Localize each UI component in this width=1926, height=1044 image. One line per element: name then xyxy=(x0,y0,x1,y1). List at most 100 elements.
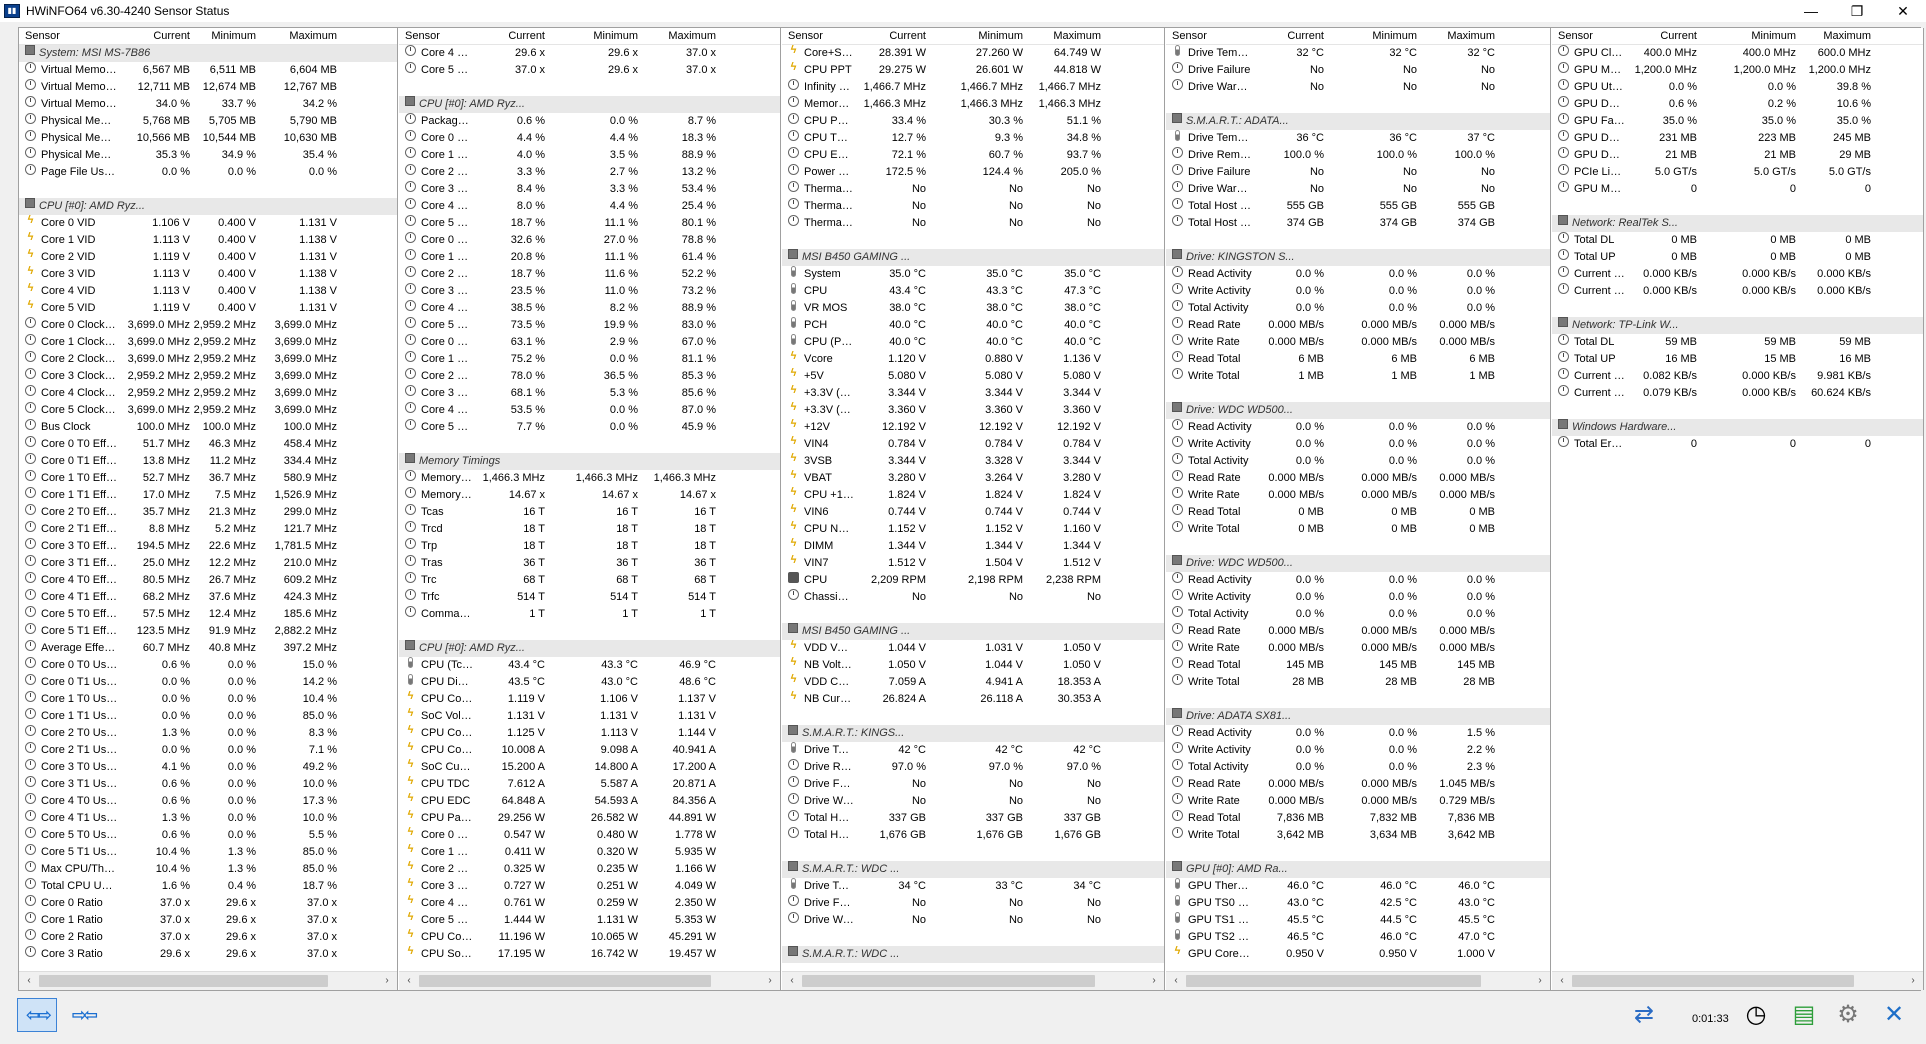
sensor-row[interactable]: Read Rate 0.000 MB/s 0.000 MB/s 0.000 MB/s xyxy=(1166,623,1550,640)
sensor-row[interactable]: Page File Usage 0.0 % 0.0 % 0.0 % xyxy=(19,164,397,181)
sensor-row[interactable]: Command Rate 1 T 1 T 1 T xyxy=(399,606,780,623)
column-header[interactable]: Sensor Current Minimum Maximum xyxy=(19,28,397,45)
sensor-row[interactable]: Core 2 C6 Residency 78.0 % 36.5 % 85.3 % xyxy=(399,368,780,385)
sensor-row[interactable]: Write Activity 0.0 % 0.0 % 2.2 % xyxy=(1166,742,1550,759)
minimize-button[interactable]: — xyxy=(1788,0,1834,22)
sensor-row[interactable]: Physical Memory Used 5,768 MB 5,705 MB 5,79… xyxy=(19,113,397,130)
header-maximum[interactable]: Maximum xyxy=(1053,30,1101,42)
sensor-row[interactable]: Total DL 0 MB 0 MB 0 MB xyxy=(1552,232,1923,249)
sensor-row[interactable]: Drive Failure No No No xyxy=(1166,62,1550,79)
sensor-row[interactable]: Core 3 Ratio 29.6 x 29.6 x 37.0 x xyxy=(19,946,397,963)
header-minimum[interactable]: Minimum xyxy=(978,30,1023,42)
sensor-row[interactable]: ϟ +5V 5.080 V 5.080 V 5.080 V xyxy=(782,368,1164,385)
sensor-row[interactable]: Read Activity 0.0 % 0.0 % 0.0 % xyxy=(1166,266,1550,283)
sensor-row[interactable]: GPU Clock 400.0 MHz 400.0 MHz 600.0 MHz xyxy=(1552,45,1923,62)
sensor-row[interactable]: CPU 43.4 °C 43.3 °C 47.3 °C xyxy=(782,283,1164,300)
sensor-row[interactable]: ϟ CPU Core Voltage (... 1.119 V 1.106 V 1.13… xyxy=(399,691,780,708)
sensor-row[interactable]: CPU 2,209 RPM 2,198 RPM 2,238 RPM xyxy=(782,572,1164,589)
collapse-arrows-button[interactable]: ⇦⇨ xyxy=(17,998,57,1032)
sensor-row[interactable]: GPU TS0 (DispIO) 43.0 °C 42.5 °C 43.0 °C xyxy=(1166,895,1550,912)
sensor-row[interactable]: Core 1 C6 Residency 75.2 % 0.0 % 81.1 % xyxy=(399,351,780,368)
sensor-row[interactable]: ϟ 3VSB 3.344 V 3.328 V 3.344 V xyxy=(782,453,1164,470)
sensor-row[interactable]: Core 1 C1 Residency 20.8 % 11.1 % 61.4 % xyxy=(399,249,780,266)
sensor-row[interactable]: ϟ Core+SoC Power (... 28.391 W 27.260 W 64.7… xyxy=(782,45,1164,62)
sensor-group-header[interactable]: CPU [#0]: AMD Ryz... xyxy=(19,198,397,215)
sensor-row[interactable]: PCH 40.0 °C 40.0 °C 40.0 °C xyxy=(782,317,1164,334)
sensor-row[interactable]: Core 1 C0 Residency 4.0 % 3.5 % 88.9 % xyxy=(399,147,780,164)
sensor-row[interactable]: Drive Warning No No No xyxy=(782,912,1164,929)
sensor-row[interactable]: Total Activity 0.0 % 0.0 % 0.0 % xyxy=(1166,606,1550,623)
close-sensors-button[interactable]: ✕ xyxy=(1874,998,1914,1032)
sensor-row[interactable]: Core 4 T0 Usage 0.6 % 0.0 % 17.3 % xyxy=(19,793,397,810)
sensor-row[interactable]: Thermal Throttling (... No No No xyxy=(782,198,1164,215)
sensor-row[interactable]: Write Rate 0.000 MB/s 0.000 MB/s 0.729 MB/s xyxy=(1166,793,1550,810)
sensor-row[interactable]: Total CPU Usage 1.6 % 0.4 % 18.7 % xyxy=(19,878,397,895)
sensor-group-header[interactable]: Drive: ADATA SX81... xyxy=(1166,708,1550,725)
sensor-row[interactable]: ϟ Core 3 Power (SMU) 0.727 W 0.251 W 4.049 W xyxy=(399,878,780,895)
header-minimum[interactable]: Minimum xyxy=(593,30,638,42)
column-header[interactable]: Sensor Current Minimum Maximum xyxy=(1166,28,1550,45)
sensor-row[interactable]: Read Rate 0.000 MB/s 0.000 MB/s 0.000 MB/s xyxy=(1166,317,1550,334)
sensor-group-header[interactable]: S.M.A.R.T.: WDC ... xyxy=(782,946,1164,963)
sensor-row[interactable]: Drive Failure No No No xyxy=(1166,164,1550,181)
sensor-row[interactable]: ϟ CPU Core VID (Effe... 1.125 V 1.113 V 1.14… xyxy=(399,725,780,742)
sensor-row[interactable]: Core 3 C1 Residency 23.5 % 11.0 % 73.2 % xyxy=(399,283,780,300)
sensor-row[interactable]: Core 5 T0 Usage 0.6 % 0.0 % 5.5 % xyxy=(19,827,397,844)
sensor-group-header[interactable]: GPU [#0]: AMD Ra... xyxy=(1166,861,1550,878)
sensor-row[interactable]: Core 4 C1 Residency 38.5 % 8.2 % 88.9 % xyxy=(399,300,780,317)
sensor-row[interactable]: Total Host Writes 337 GB 337 GB 337 GB xyxy=(782,810,1164,827)
sensor-row[interactable]: Physical Memory Load 35.3 % 34.9 % 35.4 % xyxy=(19,147,397,164)
sensor-group-header[interactable]: S.M.A.R.T.: ADATA... xyxy=(1166,113,1550,130)
scroll-left-icon[interactable]: ‹ xyxy=(21,973,37,989)
sensor-row[interactable]: Core 5 T1 Effective... 123.5 MHz 91.9 MHz 2… xyxy=(19,623,397,640)
scroll-left-icon[interactable]: ‹ xyxy=(1554,973,1570,989)
sensor-row[interactable]: ϟ CPU Package Powe... 29.256 W 26.582 W 44.8… xyxy=(399,810,780,827)
scroll-right-icon[interactable]: › xyxy=(1905,973,1921,989)
close-window-button[interactable]: ✕ xyxy=(1880,0,1926,22)
sensor-row[interactable]: Core 3 T1 Usage 0.6 % 0.0 % 10.0 % xyxy=(19,776,397,793)
sensor-row[interactable]: ϟ Core 0 VID 1.106 V 0.400 V 1.131 V xyxy=(19,215,397,232)
sensor-row[interactable]: ϟ CPU EDC 64.848 A 54.593 A 84.356 A xyxy=(399,793,780,810)
scroll-right-icon[interactable]: › xyxy=(762,973,778,989)
sensor-row[interactable]: Core 3 C6 Residency 68.1 % 5.3 % 85.6 % xyxy=(399,385,780,402)
sensor-row[interactable]: GPU TS1 (MemIO) 45.5 °C 44.5 °C 45.5 °C xyxy=(1166,912,1550,929)
sensor-row[interactable]: Total UP 16 MB 15 MB 16 MB xyxy=(1552,351,1923,368)
sensor-row[interactable]: ϟ NB Voltage 1.050 V 1.044 V 1.050 V xyxy=(782,657,1164,674)
sensor-row[interactable]: Write Total 28 MB 28 MB 28 MB xyxy=(1166,674,1550,691)
header-current[interactable]: Current xyxy=(889,30,926,42)
sensor-row[interactable]: Core 0 Clock (perf ...3,699.0 MHz2,959.2… xyxy=(19,317,397,334)
sensor-row[interactable]: Memory Clock 1,466.3 MHz 1,466.3 MHz 1,466.… xyxy=(399,470,780,487)
sensor-row[interactable]: Core 2 C1 Residency 18.7 % 11.6 % 52.2 % xyxy=(399,266,780,283)
header-sensor[interactable]: Sensor xyxy=(405,30,440,42)
reset-timer-button[interactable]: ◷ xyxy=(1736,998,1776,1032)
sensor-row[interactable]: Total Host Writes 555 GB 555 GB 555 GB xyxy=(1166,198,1550,215)
sensor-row[interactable]: Write Activity 0.0 % 0.0 % 0.0 % xyxy=(1166,589,1550,606)
sensor-row[interactable]: CPU (Tctl/Tdie) 43.4 °C 43.3 °C 46.9 °C xyxy=(399,657,780,674)
sensor-row[interactable]: Core 1 T1 Usage 0.0 % 0.0 % 85.0 % xyxy=(19,708,397,725)
sensor-row[interactable]: ϟ CPU Core Current (... 10.008 A 9.098 A 40.… xyxy=(399,742,780,759)
sensor-row[interactable]: VR MOS 38.0 °C 38.0 °C 38.0 °C xyxy=(782,300,1164,317)
sensor-row[interactable]: Core 4 T1 Effective... 68.2 MHz 37.6 MHz 42… xyxy=(19,589,397,606)
scroll-right-icon[interactable]: › xyxy=(1146,973,1162,989)
sensor-row[interactable]: Write Activity 0.0 % 0.0 % 0.0 % xyxy=(1166,436,1550,453)
scrollbar-thumb[interactable] xyxy=(419,975,711,987)
sensor-row[interactable]: ϟ CPU +1.8V 1.824 V 1.824 V 1.824 V xyxy=(782,487,1164,504)
sensor-row[interactable]: Bus Clock 100.0 MHz 100.0 MHz 100.0 MHz xyxy=(19,419,397,436)
sensor-row[interactable]: Write Activity 0.0 % 0.0 % 0.0 % xyxy=(1166,283,1550,300)
sensor-row[interactable]: Core 0 C1 Residency 32.6 % 27.0 % 78.8 % xyxy=(399,232,780,249)
sensor-row[interactable]: Core 0 T1 Effective... 13.8 MHz 11.2 MHz 33… xyxy=(19,453,397,470)
sensor-row[interactable]: Write Rate 0.000 MB/s 0.000 MB/s 0.000 MB/s xyxy=(1166,640,1550,657)
sensor-row[interactable]: Core 5 Ratio 37.0 x 29.6 x 37.0 x xyxy=(399,62,780,79)
sensor-row[interactable]: ϟ VDD Voltage 1.044 V 1.031 V 1.050 V xyxy=(782,640,1164,657)
scroll-right-icon[interactable]: › xyxy=(1532,973,1548,989)
sensor-group-header[interactable]: Network: TP-Link W... xyxy=(1552,317,1923,334)
sensor-row[interactable]: Write Rate 0.000 MB/s 0.000 MB/s 0.000 MB/s xyxy=(1166,487,1550,504)
sensor-row[interactable]: ϟ VIN6 0.744 V 0.744 V 0.744 V xyxy=(782,504,1164,521)
header-sensor[interactable]: Sensor xyxy=(25,30,60,42)
sensor-row[interactable]: ϟ Core 4 Power (SMU) 0.761 W 0.259 W 2.350 W xyxy=(399,895,780,912)
header-maximum[interactable]: Maximum xyxy=(1823,30,1871,42)
sensor-row[interactable]: Core 4 C0 Residency 8.0 % 4.4 % 25.4 % xyxy=(399,198,780,215)
sensor-row[interactable]: ϟ SoC Current (SVI2 ... 15.200 A 14.800 A 17… xyxy=(399,759,780,776)
sensor-row[interactable]: Drive Remaining Life 100.0 % 100.0 % 100.0 … xyxy=(1166,147,1550,164)
sensor-row[interactable]: Read Total 6 MB 6 MB 6 MB xyxy=(1166,351,1550,368)
